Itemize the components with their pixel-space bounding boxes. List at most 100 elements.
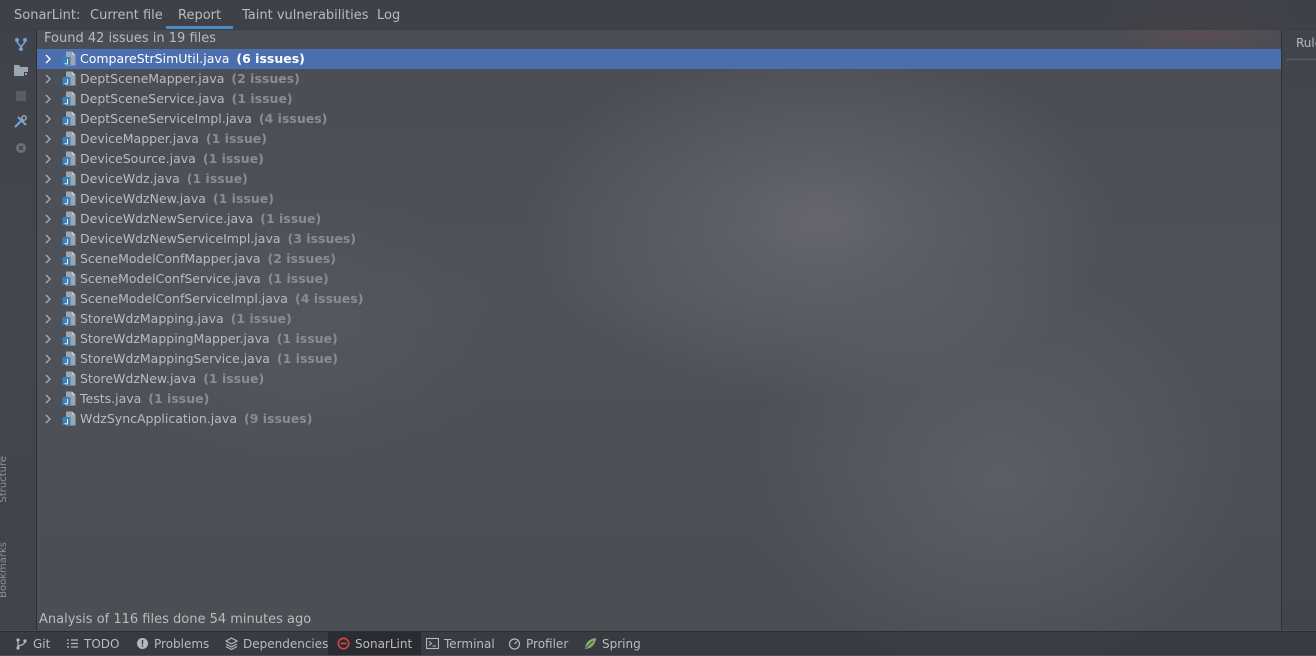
file-tree-row[interactable]: StoreWdzMappingService.java (1 issue) [37, 349, 1281, 369]
chevron-right-icon[interactable] [43, 294, 53, 304]
java-file-icon [62, 311, 76, 326]
vcs-branch-icon[interactable] [13, 36, 29, 52]
tab-log[interactable]: Log [377, 0, 400, 29]
issue-count: (1 issue) [212, 191, 274, 206]
terminal-tool-button[interactable]: Terminal [426, 632, 495, 655]
problems-label: Problems [154, 637, 210, 651]
profiler-tool-button[interactable]: Profiler [508, 632, 568, 655]
tab-rule[interactable]: Rule [1296, 36, 1316, 50]
file-name: CompareStrSimUtil.java [80, 51, 230, 66]
issue-count: (1 issue) [203, 371, 265, 386]
chevron-right-icon[interactable] [43, 254, 53, 264]
file-entry-label: StoreWdzMapping.java (1 issue) [80, 309, 292, 329]
java-file-icon [62, 271, 76, 286]
java-file-icon [62, 191, 76, 206]
folder-icon[interactable] [13, 62, 29, 78]
file-entry-label: SceneModelConfServiceImpl.java (4 issues) [80, 289, 363, 309]
file-name: SceneModelConfServiceImpl.java [80, 291, 288, 306]
java-file-icon [62, 91, 76, 106]
git-tool-button[interactable]: Git [15, 632, 50, 655]
java-file-icon [62, 291, 76, 306]
file-entry-label: DeptSceneServiceImpl.java (4 issues) [80, 109, 327, 129]
clear-icon[interactable] [13, 140, 29, 156]
file-tree-row[interactable]: SceneModelConfMapper.java (2 issues) [37, 249, 1281, 269]
file-entry-label: DeptSceneMapper.java (2 issues) [80, 69, 300, 89]
java-file-icon [62, 131, 76, 146]
file-entry-label: DeviceWdzNewService.java (1 issue) [80, 209, 321, 229]
tab-current-file[interactable]: Current file [90, 0, 163, 29]
stop-icon[interactable] [13, 88, 29, 104]
file-tree-row[interactable]: StoreWdzNew.java (1 issue) [37, 369, 1281, 389]
file-tree-row[interactable]: DeviceWdz.java (1 issue) [37, 169, 1281, 189]
file-tree-row[interactable]: DeviceWdzNew.java (1 issue) [37, 189, 1281, 209]
java-file-icon [62, 151, 76, 166]
problems-icon [137, 638, 148, 649]
sonarlint-tab-strip: SonarLint: Current file Report Taint vul… [0, 0, 1316, 30]
chevron-right-icon[interactable] [43, 374, 53, 384]
file-tree-row[interactable]: DeptSceneServiceImpl.java (4 issues) [37, 109, 1281, 129]
file-entry-label: DeptSceneService.java (1 issue) [80, 89, 293, 109]
file-tree-row[interactable]: StoreWdzMapping.java (1 issue) [37, 309, 1281, 329]
file-name: StoreWdzNew.java [80, 371, 197, 386]
chevron-right-icon[interactable] [43, 354, 53, 364]
structure-side-tab[interactable]: Structure [0, 456, 9, 503]
file-entry-label: StoreWdzMappingMapper.java (1 issue) [80, 329, 338, 349]
chevron-right-icon[interactable] [43, 274, 53, 284]
tools-icon[interactable] [13, 114, 29, 130]
java-file-icon [62, 231, 76, 246]
chevron-right-icon[interactable] [43, 74, 53, 84]
file-tree-row[interactable]: CompareStrSimUtil.java (6 issues) [37, 49, 1281, 69]
issue-count: (1 issue) [230, 311, 292, 326]
chevron-right-icon[interactable] [43, 394, 53, 404]
chevron-right-icon[interactable] [43, 334, 53, 344]
file-tree-row[interactable]: DeviceWdzNewServiceImpl.java (3 issues) [37, 229, 1281, 249]
file-tree-row[interactable]: DeviceMapper.java (1 issue) [37, 129, 1281, 149]
spring-tool-button[interactable]: Spring [584, 632, 641, 655]
chevron-right-icon[interactable] [43, 54, 53, 64]
file-tree-row[interactable]: DeptSceneMapper.java (2 issues) [37, 69, 1281, 89]
file-entry-label: StoreWdzNew.java (1 issue) [80, 369, 264, 389]
issue-count: (6 issues) [236, 51, 305, 66]
issue-count: (9 issues) [244, 411, 313, 426]
tab-report[interactable]: Report [166, 0, 234, 29]
file-name: SceneModelConfMapper.java [80, 251, 261, 266]
file-entry-label: StoreWdzMappingService.java (1 issue) [80, 349, 338, 369]
sonarlint-tool-button[interactable]: SonarLint [328, 632, 422, 655]
file-tree-row[interactable]: Tests.java (1 issue) [37, 389, 1281, 409]
file-tree-row[interactable]: SceneModelConfService.java (1 issue) [37, 269, 1281, 289]
file-tree-row[interactable]: DeviceWdzNewService.java (1 issue) [37, 209, 1281, 229]
file-tree-row[interactable]: SceneModelConfServiceImpl.java (4 issues) [37, 289, 1281, 309]
issue-count: (1 issue) [260, 211, 322, 226]
java-file-icon [62, 51, 76, 66]
file-tree-row[interactable]: DeviceSource.java (1 issue) [37, 149, 1281, 169]
tab-taint-vulnerabilities[interactable]: Taint vulnerabilities [242, 0, 369, 29]
todo-tool-button[interactable]: TODO [66, 632, 119, 655]
chevron-right-icon[interactable] [43, 174, 53, 184]
file-tree-row[interactable]: WdzSyncApplication.java (9 issues) [37, 409, 1281, 429]
chevron-right-icon[interactable] [43, 214, 53, 224]
issue-count: (2 issues) [267, 251, 336, 266]
chevron-right-icon[interactable] [43, 414, 53, 424]
spring-label: Spring [602, 637, 641, 651]
java-file-icon [62, 411, 76, 426]
toolwindow-title: SonarLint: [14, 8, 81, 23]
chevron-right-icon[interactable] [43, 114, 53, 124]
chevron-right-icon[interactable] [43, 94, 53, 104]
chevron-right-icon[interactable] [43, 314, 53, 324]
file-tree-row[interactable]: DeptSceneService.java (1 issue) [37, 89, 1281, 109]
chevron-right-icon[interactable] [43, 154, 53, 164]
java-file-icon [62, 211, 76, 226]
java-file-icon [62, 111, 76, 126]
file-name: DeviceWdzNew.java [80, 191, 206, 206]
chevron-right-icon[interactable] [43, 234, 53, 244]
file-tree-row[interactable]: StoreWdzMappingMapper.java (1 issue) [37, 329, 1281, 349]
dependencies-tool-button[interactable]: Dependencies [225, 632, 328, 655]
issue-count: (2 issues) [231, 71, 300, 86]
file-name: Tests.java [80, 391, 142, 406]
chevron-right-icon[interactable] [43, 134, 53, 144]
chevron-right-icon[interactable] [43, 194, 53, 204]
problems-tool-button[interactable]: Problems [136, 632, 209, 655]
java-file-icon [62, 371, 76, 386]
issue-count: (4 issues) [258, 111, 328, 126]
bookmarks-side-tab[interactable]: Bookmarks [0, 542, 9, 598]
